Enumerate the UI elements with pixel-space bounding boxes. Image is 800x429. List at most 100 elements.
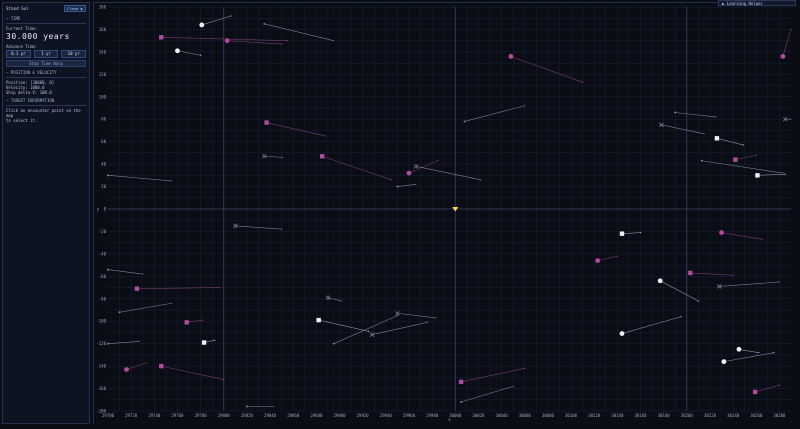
trajectory-endpoint — [145, 362, 147, 364]
advance-0-1-yr-button[interactable]: 0.1 yr — [6, 50, 31, 58]
x-tick-label: 30180 — [658, 413, 671, 418]
encounter-circle-marker[interactable] — [406, 170, 412, 176]
x-tick-label: 29800 — [218, 413, 231, 418]
y-tick-label: -80 — [99, 296, 107, 301]
encounter-dot-marker[interactable] — [118, 311, 121, 314]
target-hint-line-1: Click an encounter point on the map — [6, 108, 81, 118]
encounter-square-marker[interactable] — [619, 231, 625, 236]
x-tick-label: 30140 — [611, 413, 624, 418]
advance-10-yr-button[interactable]: 10 yr — [61, 50, 87, 58]
y-tick-label: 180 — [99, 5, 107, 10]
encounter-dot-marker[interactable] — [245, 405, 248, 408]
x-tick-label: 29740 — [148, 413, 161, 418]
y-tick-label: 20 — [101, 184, 106, 189]
trajectory-endpoint — [761, 238, 763, 240]
current-time-label: Current Time: — [6, 26, 38, 31]
trajectory-endpoint — [333, 39, 335, 42]
trajectory-endpoint — [434, 317, 437, 319]
encounter-square-marker[interactable] — [733, 157, 738, 162]
position-heading: — POSITION & VELOCITY — [6, 70, 57, 75]
encounter-dot-marker[interactable] — [463, 120, 466, 123]
trajectory-endpoint — [512, 385, 514, 388]
trajectory-endpoint — [437, 160, 439, 162]
y-tick-label: -160 — [96, 386, 106, 391]
x-tick-label: 30240 — [727, 413, 740, 418]
y-tick-label: 100 — [99, 94, 107, 99]
encounter-dot-marker[interactable] — [263, 22, 266, 25]
trajectory-endpoint — [782, 172, 784, 174]
encounter-square-marker[interactable] — [316, 317, 321, 323]
encounter-dot-marker[interactable] — [674, 111, 677, 114]
x-tick-label: 30200 — [681, 413, 694, 418]
encounter-circle-marker[interactable] — [224, 38, 230, 44]
x-tick-label: 29940 — [380, 413, 393, 418]
trajectory-endpoint — [213, 339, 216, 341]
encounter-dot-marker[interactable] — [700, 159, 703, 162]
trajectory-endpoint — [223, 378, 225, 381]
x-tick-label: 29840 — [264, 413, 277, 418]
encounter-square-marker[interactable] — [714, 136, 720, 141]
encounter-square-marker[interactable] — [755, 173, 760, 178]
trajectory-endpoint — [742, 144, 745, 146]
trajectory-endpoint — [142, 273, 144, 275]
encounter-circle-marker[interactable] — [619, 331, 625, 336]
encounter-circle-marker[interactable] — [780, 53, 786, 59]
trajectory-endpoint — [272, 405, 275, 408]
encounter-circle-marker[interactable] — [175, 48, 180, 54]
encounter-dot-marker[interactable] — [107, 268, 109, 271]
encounter-circle-marker[interactable] — [199, 22, 205, 28]
current-time-value: 30.000 years — [6, 32, 70, 41]
encounter-dot-marker[interactable] — [460, 401, 463, 404]
encounter-map[interactable]: 29700 29720 29740 29760 29780 29800 29820 29840… — [93, 2, 797, 425]
stop-time-warp-button[interactable]: Stop Time Warp — [6, 60, 86, 67]
trajectory-endpoint — [138, 340, 140, 343]
encounter-square-marker[interactable] — [201, 340, 207, 345]
advance-1-yr-button[interactable]: 1 yr — [33, 50, 59, 58]
trajectory-endpoint — [415, 183, 417, 186]
x-tick-label: 30220 — [704, 413, 717, 418]
encounter-circle-marker[interactable] — [657, 278, 663, 284]
encounter-square-marker[interactable] — [184, 320, 189, 325]
y-tick-label: -100 — [96, 319, 106, 324]
divider — [6, 77, 86, 78]
encounter-circle-marker[interactable] — [721, 359, 727, 365]
trajectory-endpoint — [616, 255, 619, 257]
close-sidebar-button[interactable]: Close ▶ — [63, 5, 86, 12]
map-canvas[interactable]: 29700 29720 29740 29760 29780 29800 29820 29840… — [94, 3, 797, 425]
encounter-dot-marker[interactable] — [396, 185, 399, 188]
encounter-square-marker[interactable] — [159, 363, 164, 369]
x-tick-label: 29960 — [403, 413, 416, 418]
learning-helper-button[interactable]: ▶ Learning Helper — [718, 0, 796, 6]
encounter-dot-marker[interactable] — [107, 342, 109, 345]
trajectory-endpoint — [341, 300, 343, 302]
encounter-circle-marker[interactable] — [719, 230, 724, 235]
encounter-dot-marker[interactable] — [332, 342, 335, 345]
trajectory-endpoint — [324, 135, 327, 137]
encounter-square-marker[interactable] — [319, 154, 325, 159]
encounter-square-marker[interactable] — [752, 389, 758, 395]
encounter-square-marker[interactable] — [159, 35, 164, 40]
encounter-square-marker[interactable] — [688, 270, 693, 276]
encounter-square-marker[interactable] — [458, 379, 464, 385]
encounter-circle-marker[interactable] — [736, 346, 742, 352]
encounter-square-marker[interactable] — [264, 120, 269, 125]
x-tick-label: 29760 — [171, 413, 184, 418]
encounter-circle-marker[interactable] — [508, 53, 514, 59]
y-tick-label: -120 — [96, 341, 106, 346]
sidebar-title: Stand Sol — [6, 6, 29, 11]
encounter-circle-marker[interactable] — [595, 258, 601, 264]
trajectory-endpoint — [778, 384, 781, 386]
control-sidebar: Stand Sol Close ▶ — TIME Current Time: 3… — [2, 2, 90, 424]
encounter-square-marker[interactable] — [134, 286, 140, 291]
target-heading: — TARGET INFORMATION — [6, 98, 55, 103]
y-tick-label: 40 — [101, 162, 106, 167]
x-tick-label: 30080 — [542, 413, 555, 418]
sidebar-header: Stand Sol Close ▶ — [6, 5, 86, 12]
trajectory-endpoint — [697, 300, 700, 302]
trajectory-endpoint — [715, 116, 717, 118]
trajectory-endpoint — [772, 351, 775, 354]
encounter-dot-marker[interactable] — [107, 174, 109, 177]
encounter-circle-marker[interactable] — [124, 367, 129, 372]
divider — [6, 105, 86, 106]
divider — [6, 23, 86, 24]
